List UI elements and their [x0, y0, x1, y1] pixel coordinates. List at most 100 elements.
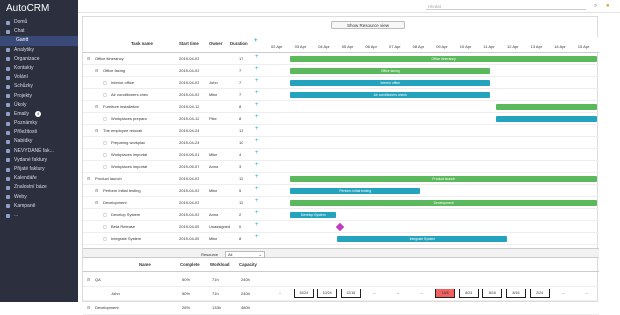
add-subtask-icon[interactable]: + — [255, 186, 259, 192]
add-subtask-icon[interactable]: + — [255, 234, 259, 240]
milestone-marker[interactable] — [336, 222, 345, 232]
task-toggle-icon[interactable]: ⊟ — [87, 56, 90, 61]
task-row[interactable]: ⊟ Product launch 2019-04-03 12 + Product laun… — [83, 173, 599, 185]
task-row[interactable]: ▢ Workplaces importat 2019-05-07 Anna 3 + — [83, 161, 599, 173]
task-row[interactable]: ▢ Interior office 2019-04-03 John 7 + Interior… — [83, 77, 599, 89]
sidebar-item[interactable]: Kalendáře — [0, 174, 78, 183]
task-toggle-icon[interactable]: ▢ — [103, 236, 107, 241]
add-subtask-icon[interactable]: + — [255, 198, 259, 204]
sidebar-item[interactable]: Úkoly — [0, 101, 78, 110]
timeline-date: 14 Apr — [554, 44, 566, 49]
add-subtask-icon[interactable]: + — [255, 150, 259, 156]
col-duration[interactable]: Duration — [230, 41, 248, 46]
sidebar-item[interactable]: Znalostní báze — [0, 183, 78, 192]
sidebar-item[interactable]: Kampaně — [0, 202, 78, 211]
task-row[interactable]: ▢ Workplaces prepara 2019-04-12 Pike 8 + — [83, 113, 599, 125]
task-bar[interactable]: Interior office — [290, 80, 491, 86]
task-row[interactable]: ▢ Workplaces importat 2019-05-01 Mike 4 + — [83, 149, 599, 161]
task-row[interactable]: ⊟ Office facing 2019-04-03 7 + Office facing — [83, 65, 599, 77]
task-toggle-icon[interactable]: ⊟ — [95, 200, 98, 205]
search-icon[interactable]: ⌕ — [594, 3, 600, 9]
col-owner[interactable]: Owner — [209, 41, 222, 46]
task-row[interactable]: ▢ Preparing workplac 2019-04-24 10 + — [83, 137, 599, 149]
task-bar[interactable] — [495, 104, 597, 110]
add-subtask-icon[interactable]: + — [255, 78, 259, 84]
task-toggle-icon[interactable]: ▢ — [103, 164, 107, 169]
sidebar-item[interactable]: Nabídky — [0, 137, 78, 146]
capacity-cell: 10/24 — [293, 289, 314, 298]
sidebar-item[interactable]: Volání — [0, 73, 78, 82]
sidebar-item[interactable]: Vydané faktury — [0, 156, 78, 165]
task-bar[interactable]: Development — [290, 200, 597, 206]
resource-row[interactable]: John 50% 71h 240h –10/24 10/24 12/16– – –16/8 8/2… — [83, 287, 599, 301]
add-subtask-icon[interactable]: + — [255, 102, 259, 108]
sidebar-item[interactable]: Analytiky — [0, 46, 78, 55]
sidebar-item[interactable]: Schůzky — [0, 82, 78, 91]
sidebar-item[interactable]: Weby — [0, 193, 78, 202]
resource-select[interactable]: All ⌄ — [225, 250, 265, 258]
resource-toggle-icon[interactable]: ⊟ — [87, 277, 90, 282]
add-subtask-icon[interactable]: + — [255, 162, 259, 168]
task-bar[interactable]: Product launch — [290, 176, 597, 182]
task-toggle-icon[interactable]: ⊟ — [95, 128, 98, 133]
task-bar[interactable]: Perform Initial testing — [290, 188, 421, 194]
add-subtask-icon[interactable]: + — [255, 126, 259, 132]
task-bar[interactable] — [495, 116, 597, 122]
task-row[interactable]: ▢ Air conditioners chec 2019-04-03 Mike 7 + Ai… — [83, 89, 599, 101]
sidebar-item[interactable]: ... — [0, 211, 78, 220]
col-start-time[interactable]: Start time — [179, 41, 199, 46]
task-row[interactable]: ⊟ Perform Initial testing 2019-04-03 Mike 5 +… — [83, 185, 599, 197]
search-input[interactable]: Hledat — [426, 3, 586, 10]
task-row[interactable]: ⊟ Development 2019-04-03 12 + Development — [83, 197, 599, 209]
sidebar-item[interactable]: Emaily 4 — [0, 110, 78, 119]
task-bar[interactable]: Office facing — [290, 68, 491, 74]
task-toggle-icon[interactable]: ⊟ — [87, 176, 90, 181]
task-toggle-icon[interactable]: ▢ — [103, 224, 107, 229]
task-row[interactable]: ▢ Integrate System 2019-04-05 Mike 8 + Integra… — [83, 233, 599, 245]
sidebar-item[interactable]: Přijaté faktury — [0, 165, 78, 174]
add-subtask-icon[interactable]: + — [255, 90, 259, 96]
col-task-name[interactable]: Task name — [131, 41, 153, 46]
task-bar[interactable]: Integrate System — [337, 236, 508, 242]
add-subtask-icon[interactable]: + — [255, 222, 259, 228]
task-toggle-icon[interactable]: ⊟ — [95, 104, 98, 109]
sidebar-item-label: Analytiky — [14, 46, 35, 53]
task-toggle-icon[interactable]: ▢ — [103, 152, 107, 157]
task-toggle-icon[interactable]: ▢ — [103, 212, 107, 217]
task-bar[interactable]: Air conditioners check — [290, 92, 491, 98]
add-subtask-icon[interactable]: + — [255, 138, 259, 144]
add-task-icon[interactable]: + — [254, 38, 258, 44]
sidebar-item[interactable]: Projekty — [0, 92, 78, 101]
show-resource-view-button[interactable]: Show Resource view — [331, 21, 405, 29]
task-toggle-icon[interactable]: ▢ — [103, 140, 107, 145]
task-row[interactable]: ▢ Beta Release 2019-04-05 Unassigned 0 + — [83, 221, 599, 233]
add-subtask-icon[interactable]: + — [255, 174, 259, 180]
task-row[interactable]: ⊟ Furniture installation 2019-04-12 8 + — [83, 101, 599, 113]
sidebar-item[interactable]: Kontakty — [0, 64, 78, 73]
sidebar-item[interactable]: Gantt — [0, 36, 78, 46]
sidebar-item[interactable]: NEVYDANÉ fak... — [0, 147, 78, 156]
task-bar[interactable]: Office itinerancy — [290, 56, 597, 62]
sidebar-item[interactable]: Organizace — [0, 55, 78, 64]
add-subtask-icon[interactable]: + — [255, 210, 259, 216]
add-subtask-icon[interactable]: + — [255, 114, 259, 120]
resource-toggle-icon[interactable]: ⊟ — [87, 305, 90, 310]
sidebar-item[interactable]: Chat — [0, 27, 78, 36]
sidebar-item[interactable]: Poznámky — [0, 119, 78, 128]
add-subtask-icon[interactable]: + — [255, 66, 259, 72]
task-toggle-icon[interactable]: ⊟ — [95, 188, 98, 193]
notification-icon[interactable]: ● — [606, 3, 612, 9]
task-row[interactable]: ⊟ The employee relocati 2019-04-24 13 + — [83, 125, 599, 137]
task-bar[interactable]: Develop System — [290, 212, 337, 218]
resource-row[interactable]: Development 26% 133h 480h ⊟ — [83, 301, 599, 315]
task-row[interactable]: ⊟ Office itinerancy 2019-04-03 17 + Office it… — [83, 53, 599, 65]
add-subtask-icon[interactable]: + — [255, 54, 259, 60]
resource-row[interactable]: QA 50% 71h 240h ⊟ — [83, 273, 599, 287]
task-toggle-icon[interactable]: ⊟ — [95, 68, 98, 73]
sidebar-item[interactable]: Domů — [0, 18, 78, 27]
task-toggle-icon[interactable]: ▢ — [103, 116, 107, 121]
sidebar-item[interactable]: Příležitosti — [0, 128, 78, 137]
task-row[interactable]: ▢ Develop System 2019-04-03 Anna 2 + Develop S… — [83, 209, 599, 221]
task-toggle-icon[interactable]: ▢ — [103, 92, 107, 97]
task-toggle-icon[interactable]: ▢ — [103, 80, 107, 85]
